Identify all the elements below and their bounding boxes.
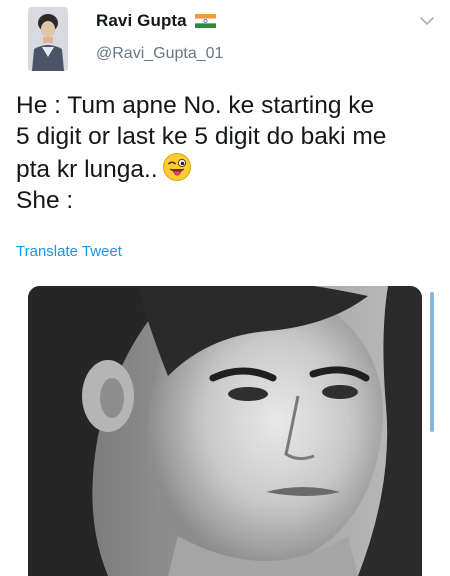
tweet-text-fragment: pta kr lunga.. [16, 156, 158, 183]
tweet-text-line: He : Tum apne No. ke starting ke [16, 92, 375, 119]
tweet-text-line: She : [16, 187, 74, 214]
display-name[interactable]: Ravi Gupta [96, 11, 187, 31]
chevron-down-icon[interactable] [418, 14, 436, 28]
name-row: Ravi Gupta [96, 10, 216, 32]
translate-tweet-link[interactable]: Translate Tweet [16, 243, 122, 260]
tweet-text: He : Tum apne No. ke starting ke 5 digit… [16, 90, 441, 216]
scrollbar-thumb[interactable] [430, 292, 434, 432]
tweet-text-line: pta kr lunga.. [16, 152, 441, 185]
tweet-text-line: 5 digit or last ke 5 digit do baki me [16, 123, 387, 150]
user-handle[interactable]: @Ravi_Gupta_01 [96, 45, 223, 63]
avatar[interactable] [28, 7, 68, 71]
tweet-header: Ravi Gupta @Ravi_Gupta_01 [0, 0, 450, 80]
winking-face-with-tongue-emoji [162, 152, 192, 182]
india-flag-icon [194, 14, 216, 28]
tweet-photo[interactable] [28, 286, 422, 576]
